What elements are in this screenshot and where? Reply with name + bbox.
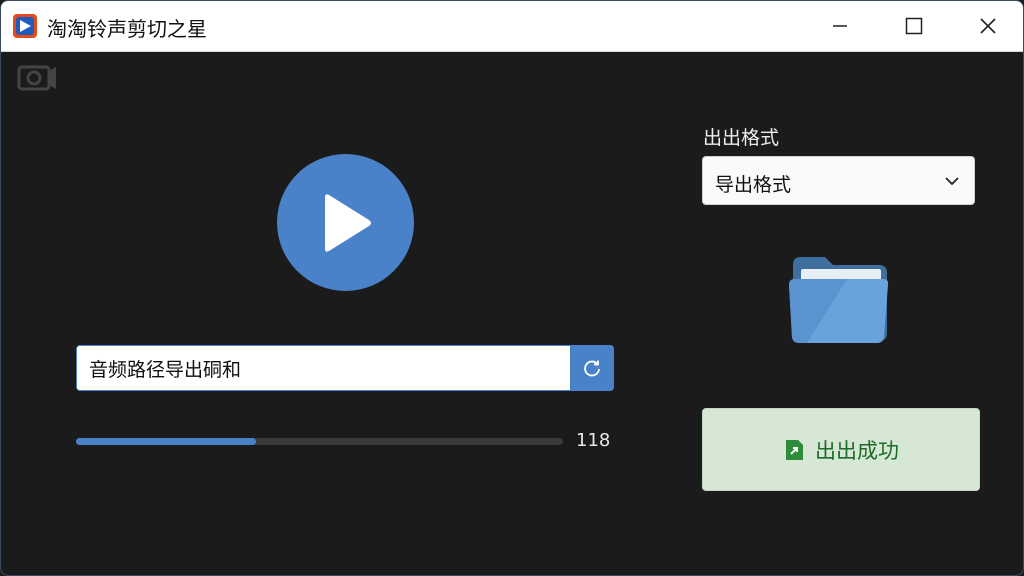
format-label: 出出格式: [703, 127, 780, 149]
play-icon: [324, 193, 371, 252]
folder-icon: [789, 257, 889, 343]
app-logo-icon: [13, 14, 37, 38]
audio-path-field: [76, 345, 614, 391]
window-title: 淘淘铃声剪切之星: [47, 17, 207, 41]
format-selected-value: 导出格式: [715, 174, 792, 196]
app-window: 淘淘铃声剪切之星 118: [0, 0, 1024, 576]
media-icon: [17, 61, 57, 99]
format-dropdown[interactable]: 导出格式: [702, 156, 975, 205]
progress-value: 118: [576, 430, 611, 451]
progress-bar[interactable]: [76, 438, 563, 445]
refresh-icon: [583, 360, 600, 377]
progress-fill: [76, 438, 257, 445]
chevron-down-icon: [945, 177, 959, 186]
maximize-button[interactable]: [887, 1, 941, 51]
maximize-icon: [905, 17, 923, 35]
export-success-label: 出出成功: [815, 438, 899, 463]
title-bar[interactable]: 淘淘铃声剪切之星: [1, 1, 1023, 52]
open-folder-button[interactable]: [787, 253, 891, 345]
minimize-button[interactable]: [813, 1, 867, 51]
export-success-button[interactable]: 出出成功: [702, 408, 980, 491]
minimize-icon: [833, 25, 847, 27]
close-button[interactable]: [961, 1, 1015, 51]
refresh-button[interactable]: [570, 346, 613, 390]
play-button[interactable]: [277, 154, 414, 291]
export-success-icon: [786, 439, 803, 460]
audio-path-input[interactable]: [77, 346, 571, 390]
close-icon: [980, 18, 996, 34]
